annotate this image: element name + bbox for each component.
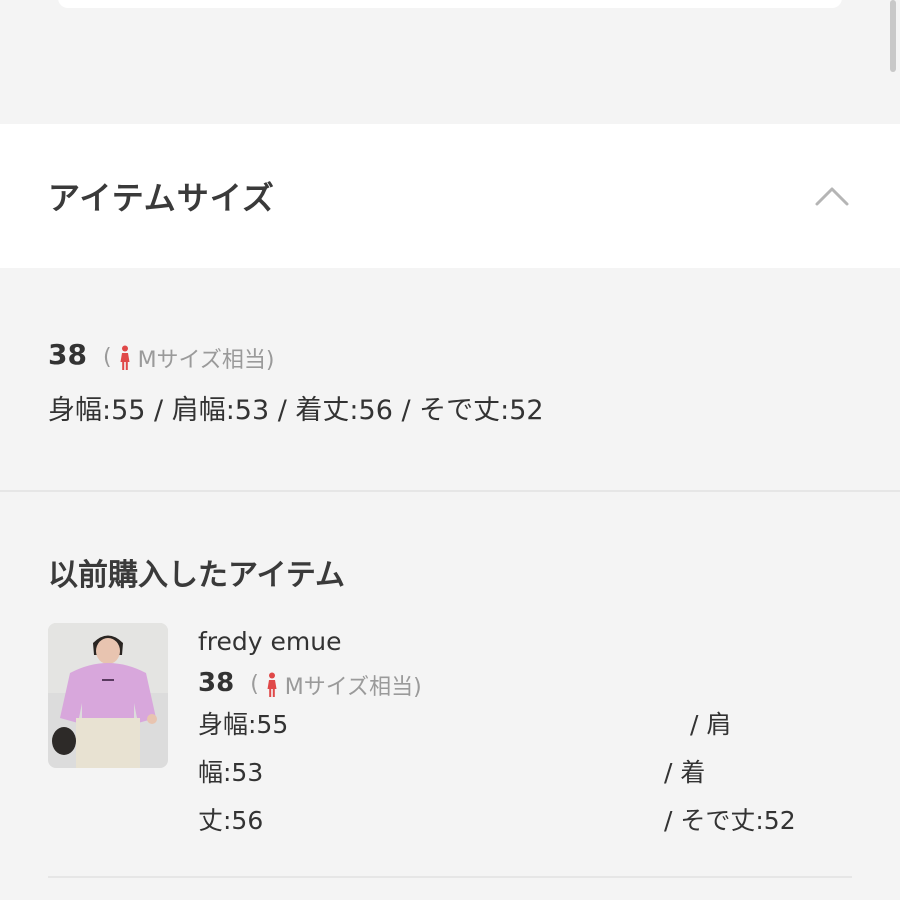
measurement-right: / 着	[664, 757, 706, 787]
size-equivalent: ( Mサイズ相当)	[102, 342, 275, 374]
size-equivalent: ( Mサイズ相当)	[250, 669, 422, 701]
brand-name: fredy emue	[198, 627, 342, 656]
measurement-left: 身幅:55	[198, 709, 289, 739]
item-thumbnail[interactable]	[48, 623, 168, 768]
measurement-row: 丈:56 / そで丈:52	[198, 797, 818, 845]
note-text: Mサイズ相当)	[137, 347, 275, 373]
note-open: (	[102, 345, 112, 370]
measurement-right: / 肩	[690, 709, 732, 739]
size-value: 38	[198, 668, 235, 698]
previous-card-edge	[58, 0, 842, 8]
current-size-block: 38 ( Mサイズ相当) 身幅:55 / 肩幅:53 / 着丈:56 / そで丈…	[48, 338, 544, 427]
size-value: 38	[48, 338, 87, 371]
measurement-row: 幅:53 / 着	[198, 749, 818, 797]
scrollbar[interactable]	[890, 0, 896, 72]
measurement-right: / そで丈:52	[664, 805, 796, 835]
female-icon	[267, 672, 277, 697]
divider	[48, 876, 852, 878]
measurement-left: 丈:56	[198, 805, 264, 835]
item-size-header[interactable]: アイテムサイズ	[0, 124, 900, 268]
divider	[0, 490, 900, 492]
female-icon	[120, 345, 130, 370]
note-open: (	[250, 672, 259, 697]
previous-item[interactable]: fredy emue 38 ( Mサイズ相当) 身幅:55 / 肩 幅:53 /…	[198, 622, 818, 845]
measurement-left: 幅:53	[198, 757, 264, 787]
chevron-up-icon[interactable]	[814, 184, 850, 208]
note-text: Mサイズ相当)	[284, 674, 422, 700]
measurements: 身幅:55 / 肩幅:53 / 着丈:56 / そで丈:52	[48, 394, 544, 426]
measurement-row: 身幅:55 / 肩	[198, 701, 818, 749]
previous-items-title: 以前購入したアイテム	[48, 558, 345, 593]
section-title: アイテムサイズ	[48, 179, 275, 217]
thumbnail-image	[48, 623, 168, 768]
